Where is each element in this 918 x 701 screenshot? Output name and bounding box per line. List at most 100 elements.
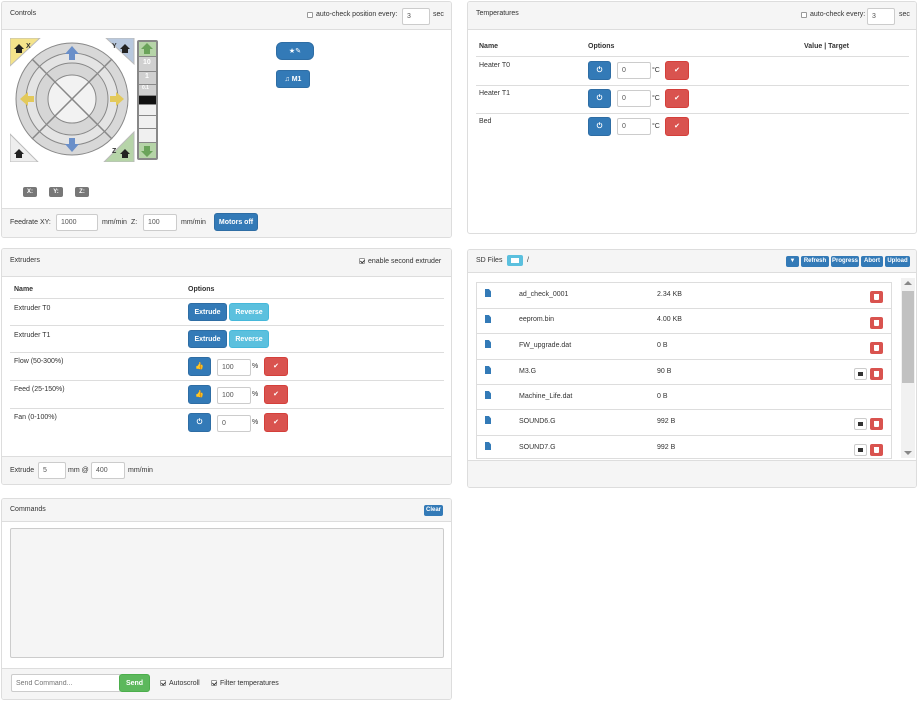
feedrate-z-unit: mm/min: [181, 219, 206, 226]
file-name[interactable]: FW_upgrade.dat: [519, 342, 571, 349]
file-icon: [485, 416, 491, 424]
motors-off-button[interactable]: Motors off: [214, 213, 258, 231]
reverse-button[interactable]: Reverse: [229, 330, 269, 348]
feedrate-xy-input[interactable]: 1000: [56, 214, 98, 231]
extrude-button[interactable]: Extrude: [188, 303, 227, 321]
file-row[interactable]: SOUND6.G 992 B: [477, 409, 891, 434]
file-name[interactable]: eeprom.bin: [519, 316, 554, 323]
file-row[interactable]: SOUND7.G 992 B: [477, 435, 891, 458]
flow-input[interactable]: 100: [217, 359, 251, 376]
file-name[interactable]: M3.G: [519, 368, 536, 375]
folder-icon: [511, 258, 519, 263]
set-temp-button[interactable]: ✔: [665, 61, 689, 80]
rate-unit: %: [252, 391, 259, 398]
extrude-speed-input[interactable]: 400: [91, 462, 125, 479]
rate-unit: %: [252, 419, 259, 426]
file-row[interactable]: M3.G 90 B: [477, 359, 891, 384]
ext-header-options: Options: [188, 286, 215, 293]
power-button[interactable]: ⏻: [588, 61, 611, 80]
temp-header-name: Name: [479, 43, 499, 50]
autocheck-temp-input[interactable]: 3: [867, 8, 895, 25]
sd-folder-button[interactable]: [507, 255, 523, 266]
autocheck-position-input[interactable]: 3: [402, 8, 430, 25]
fan-input[interactable]: 0: [217, 415, 251, 432]
file-row[interactable]: eeprom.bin 4.00 KB: [477, 308, 891, 333]
delete-button[interactable]: [870, 342, 883, 354]
extruders-panel: Extruders enable second extruder Name Op…: [1, 248, 452, 485]
feedrate-z-label: Z:: [131, 219, 138, 226]
jog-control[interactable]: 10 1 0.1 X Y Z: [9, 37, 160, 163]
autocheck-position-sec: sec: [433, 11, 444, 18]
jog-wheel[interactable]: [9, 37, 160, 163]
m1-button[interactable]: ♫ M1: [276, 70, 310, 88]
reset-flow-button[interactable]: 👍: [188, 357, 211, 376]
enable-second-extruder-checkbox[interactable]: [359, 258, 365, 264]
temp-input[interactable]: 0: [617, 90, 651, 107]
refresh-button[interactable]: Refresh: [801, 256, 829, 267]
filter-temps-checkbox[interactable]: [211, 680, 217, 686]
rate-unit: %: [252, 363, 259, 370]
file-name[interactable]: Machine_Life.dat: [519, 393, 572, 400]
jog-step-1[interactable]: 1: [145, 73, 149, 80]
autoscroll-label: Autoscroll: [169, 680, 200, 687]
print-button[interactable]: [854, 418, 867, 430]
autocheck-position-checkbox[interactable]: [307, 12, 313, 18]
abort-button[interactable]: Abort: [861, 256, 883, 267]
feed-input[interactable]: 100: [217, 387, 251, 404]
file-row[interactable]: ad_check_0001 2.34 KB: [477, 283, 891, 308]
scroll-down-arrow[interactable]: [904, 451, 912, 455]
autocheck-temp-checkbox[interactable]: [801, 12, 807, 18]
jog-step-10[interactable]: 10: [143, 59, 151, 66]
upload-button[interactable]: Upload: [885, 256, 910, 267]
delete-button[interactable]: [870, 291, 883, 303]
delete-button[interactable]: [870, 317, 883, 329]
file-size: 90 B: [657, 368, 672, 375]
power-button[interactable]: ⏻: [588, 89, 611, 108]
set-temp-button[interactable]: ✔: [665, 117, 689, 136]
file-name[interactable]: ad_check_0001: [519, 291, 568, 298]
command-log: [10, 528, 444, 658]
filter-button[interactable]: ▼: [786, 256, 799, 267]
home-z-label: Z: [112, 148, 117, 155]
feedrate-z-input[interactable]: 100: [143, 214, 177, 231]
command-input[interactable]: [11, 674, 121, 692]
file-size: 4.00 KB: [657, 316, 682, 323]
clear-button[interactable]: Clear: [424, 505, 443, 516]
autoscroll-checkbox[interactable]: [160, 680, 166, 686]
sd-file-list[interactable]: ad_check_0001 2.34 KB eeprom.bin 4.00 KB…: [476, 282, 892, 459]
print-button[interactable]: [854, 444, 867, 456]
temp-input[interactable]: 0: [617, 118, 651, 135]
print-button[interactable]: [854, 368, 867, 380]
progress-button[interactable]: Progress: [831, 256, 859, 267]
autocheck-temp-sec: sec: [899, 11, 910, 18]
temperatures-title: Temperatures: [476, 10, 519, 17]
temp-header-value: Value | Target: [804, 43, 850, 50]
fan-power-button[interactable]: ⏻: [188, 413, 211, 432]
send-button[interactable]: Send: [119, 674, 150, 692]
set-flow-button[interactable]: ✔: [264, 357, 288, 376]
extrude-button[interactable]: Extrude: [188, 330, 227, 348]
set-feed-button[interactable]: ✔: [264, 385, 288, 404]
file-name[interactable]: SOUND7.G: [519, 444, 556, 451]
jog-step-0-1[interactable]: 0.1: [142, 85, 149, 91]
reset-feed-button[interactable]: 👍: [188, 385, 211, 404]
file-row[interactable]: Machine_Life.dat 0 B: [477, 384, 891, 409]
extruder-name: Extruder T1: [14, 332, 51, 339]
reverse-button[interactable]: Reverse: [229, 303, 269, 321]
file-size: 992 B: [657, 418, 676, 425]
delete-button[interactable]: [870, 418, 883, 430]
sd-scrollbar[interactable]: [901, 278, 915, 458]
set-temp-button[interactable]: ✔: [665, 89, 689, 108]
extrude-length-input[interactable]: 5: [38, 462, 66, 479]
scroll-up-arrow[interactable]: [904, 281, 912, 285]
macro-edit-button[interactable]: ★✎: [276, 42, 314, 60]
set-fan-button[interactable]: ✔: [264, 413, 288, 432]
autocheck-temp-label: auto-check every:: [810, 11, 866, 18]
scroll-thumb[interactable]: [902, 291, 914, 383]
delete-button[interactable]: [870, 368, 883, 380]
file-name[interactable]: SOUND6.G: [519, 418, 556, 425]
power-button[interactable]: ⏻: [588, 117, 611, 136]
file-row[interactable]: FW_upgrade.dat 0 B: [477, 333, 891, 358]
delete-button[interactable]: [870, 444, 883, 456]
temp-input[interactable]: 0: [617, 62, 651, 79]
